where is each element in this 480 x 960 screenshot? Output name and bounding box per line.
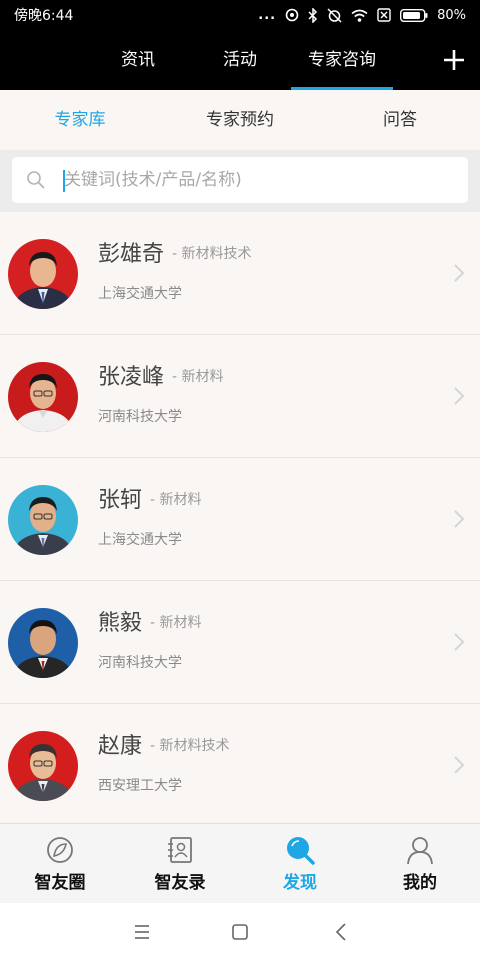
- status-time: 傍晚6:44: [14, 8, 74, 24]
- expert-field: - 新材料: [172, 369, 224, 385]
- plus-icon[interactable]: [438, 44, 470, 76]
- expert-university: 上海交通大学: [98, 532, 182, 548]
- avatar: [8, 239, 78, 309]
- menu-icon[interactable]: [131, 921, 153, 943]
- notification-dots: ...: [258, 7, 277, 23]
- bottom-nav-label: 智友录: [154, 873, 206, 893]
- circle-leaf-icon: [47, 837, 73, 863]
- chevron-right-icon: [454, 756, 465, 774]
- status-bar: 傍晚6:44 ... 80%: [0, 0, 480, 30]
- expert-name: 熊毅: [98, 611, 143, 636]
- expert-university: 河南科技大学: [98, 409, 182, 425]
- tag-icon: [285, 8, 299, 22]
- bluetooth-icon: [308, 7, 318, 23]
- avatar: [8, 608, 78, 678]
- avatar: [8, 731, 78, 801]
- expert-name: 赵康: [98, 734, 143, 759]
- expert-field: - 新材料: [150, 615, 202, 631]
- list-item[interactable]: 熊毅 - 新材料 河南科技大学: [0, 581, 480, 704]
- expert-name: 张凌峰: [98, 365, 165, 390]
- chevron-right-icon: [454, 510, 465, 528]
- bottom-nav-me[interactable]: 我的: [360, 824, 480, 904]
- contacts-book-icon: [168, 837, 192, 863]
- search-box[interactable]: [12, 157, 468, 203]
- sim-off-icon: [377, 8, 391, 22]
- search-icon: [27, 171, 45, 189]
- expert-field: - 新材料: [150, 492, 202, 508]
- back-icon[interactable]: [331, 921, 353, 943]
- bottom-nav-label: 智友圈: [34, 873, 86, 893]
- person-icon: [407, 837, 433, 865]
- chevron-right-icon: [454, 264, 465, 282]
- wifi-icon: [351, 9, 368, 22]
- expert-name: 彭雄奇: [98, 242, 165, 267]
- tab-expert-consult[interactable]: 专家咨询: [292, 30, 392, 90]
- subtab-qa[interactable]: 问答: [320, 90, 480, 150]
- sub-tabs: 专家库 专家预约 问答: [0, 90, 480, 150]
- expert-university: 河南科技大学: [98, 655, 182, 671]
- bottom-nav-label: 发现: [283, 873, 317, 893]
- list-item[interactable]: 赵康 - 新材料技术 西安理工大学: [0, 704, 480, 827]
- subtab-expert-library[interactable]: 专家库: [0, 90, 160, 150]
- system-nav-bar: [0, 903, 480, 960]
- avatar: [8, 362, 78, 432]
- expert-field: - 新材料技术: [172, 246, 252, 262]
- bottom-nav-circle[interactable]: 智友圈: [0, 824, 120, 904]
- home-icon[interactable]: [229, 921, 251, 943]
- alarm-off-icon: [327, 7, 342, 23]
- expert-name: 张轲: [98, 488, 143, 513]
- expert-university: 上海交通大学: [98, 286, 182, 302]
- expert-university: 西安理工大学: [98, 778, 182, 794]
- list-item[interactable]: 张凌峰 - 新材料 河南科技大学: [0, 335, 480, 458]
- bottom-nav-contacts[interactable]: 智友录: [120, 824, 240, 904]
- status-icons: ... 80%: [258, 7, 466, 23]
- subtab-expert-booking[interactable]: 专家预约: [160, 90, 320, 150]
- tab-activities[interactable]: 活动: [202, 30, 278, 90]
- search-discover-icon: [287, 837, 315, 865]
- chevron-right-icon: [454, 633, 465, 651]
- bottom-nav: 智友圈 智友录 发现 我的: [0, 823, 480, 903]
- list-item[interactable]: 张轲 - 新材料 上海交通大学: [0, 458, 480, 581]
- search-area: [0, 150, 480, 212]
- tab-news[interactable]: 资讯: [100, 30, 176, 90]
- bottom-nav-label: 我的: [403, 873, 437, 893]
- avatar: [8, 485, 78, 555]
- battery-percent: 80%: [437, 7, 466, 23]
- chevron-right-icon: [454, 387, 465, 405]
- expert-field: - 新材料技术: [150, 738, 230, 754]
- bottom-nav-discover[interactable]: 发现: [240, 824, 360, 904]
- expert-list: 彭雄奇 - 新材料技术 上海交通大学 张凌峰 - 新材料 河南科技大学 张轲 -…: [0, 212, 480, 827]
- list-item[interactable]: 彭雄奇 - 新材料技术 上海交通大学: [0, 212, 480, 335]
- top-nav: 资讯 活动 专家咨询: [0, 30, 480, 90]
- battery-icon: [400, 8, 428, 22]
- search-input[interactable]: [64, 157, 454, 203]
